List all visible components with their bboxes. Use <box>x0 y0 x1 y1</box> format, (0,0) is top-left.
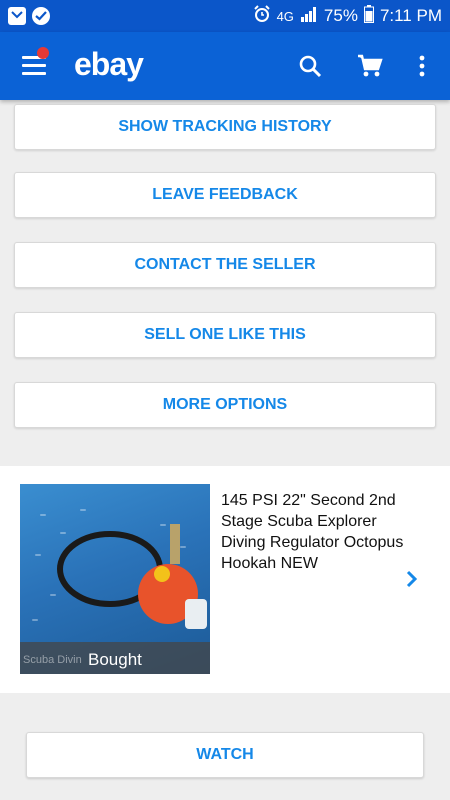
signal-icon <box>300 6 318 27</box>
battery-percent: 75% <box>323 6 358 25</box>
app-bar: ebay <box>0 32 450 100</box>
status-notifications <box>8 7 50 25</box>
status-bar: 4G 75% 7:11 PM <box>0 0 450 32</box>
more-vert-icon[interactable] <box>408 52 436 80</box>
bought-badge: Bought <box>88 650 142 669</box>
status-system: 4G 75% 7:11 PM <box>253 4 442 28</box>
item-title[interactable]: 145 PSI 22" Second 2nd Stage Scuba Explo… <box>221 490 421 574</box>
contact-seller-button[interactable]: CONTACT THE SELLER <box>14 242 436 288</box>
battery-icon <box>363 4 374 28</box>
sell-one-like-this-button[interactable]: SELL ONE LIKE THIS <box>14 312 436 358</box>
notification-dot <box>37 47 49 59</box>
item-thumbnail[interactable]: Scuba Divin Bought <box>20 484 210 674</box>
leave-feedback-button[interactable]: LEAVE FEEDBACK <box>14 172 436 218</box>
ebay-logo[interactable]: ebay <box>74 46 144 83</box>
more-options-button[interactable]: MORE OPTIONS <box>14 382 436 428</box>
clock: 7:11 PM <box>379 6 442 25</box>
show-tracking-history-button[interactable]: SHOW TRACKING HISTORY <box>14 104 436 150</box>
cart-icon[interactable] <box>356 52 384 80</box>
alarm-icon <box>253 4 271 28</box>
chevron-right-icon[interactable] <box>406 570 418 593</box>
thumbnail-watermark: Scuba Divin <box>23 654 82 666</box>
watch-button[interactable]: WATCH <box>26 732 424 778</box>
check-circle-icon <box>32 7 50 25</box>
mail-icon <box>8 7 26 25</box>
menu-icon[interactable] <box>22 56 46 76</box>
item-card[interactable]: Scuba Divin Bought 145 PSI 22" Second 2n… <box>0 466 450 693</box>
network-type: 4G <box>276 8 294 24</box>
search-icon[interactable] <box>296 52 324 80</box>
